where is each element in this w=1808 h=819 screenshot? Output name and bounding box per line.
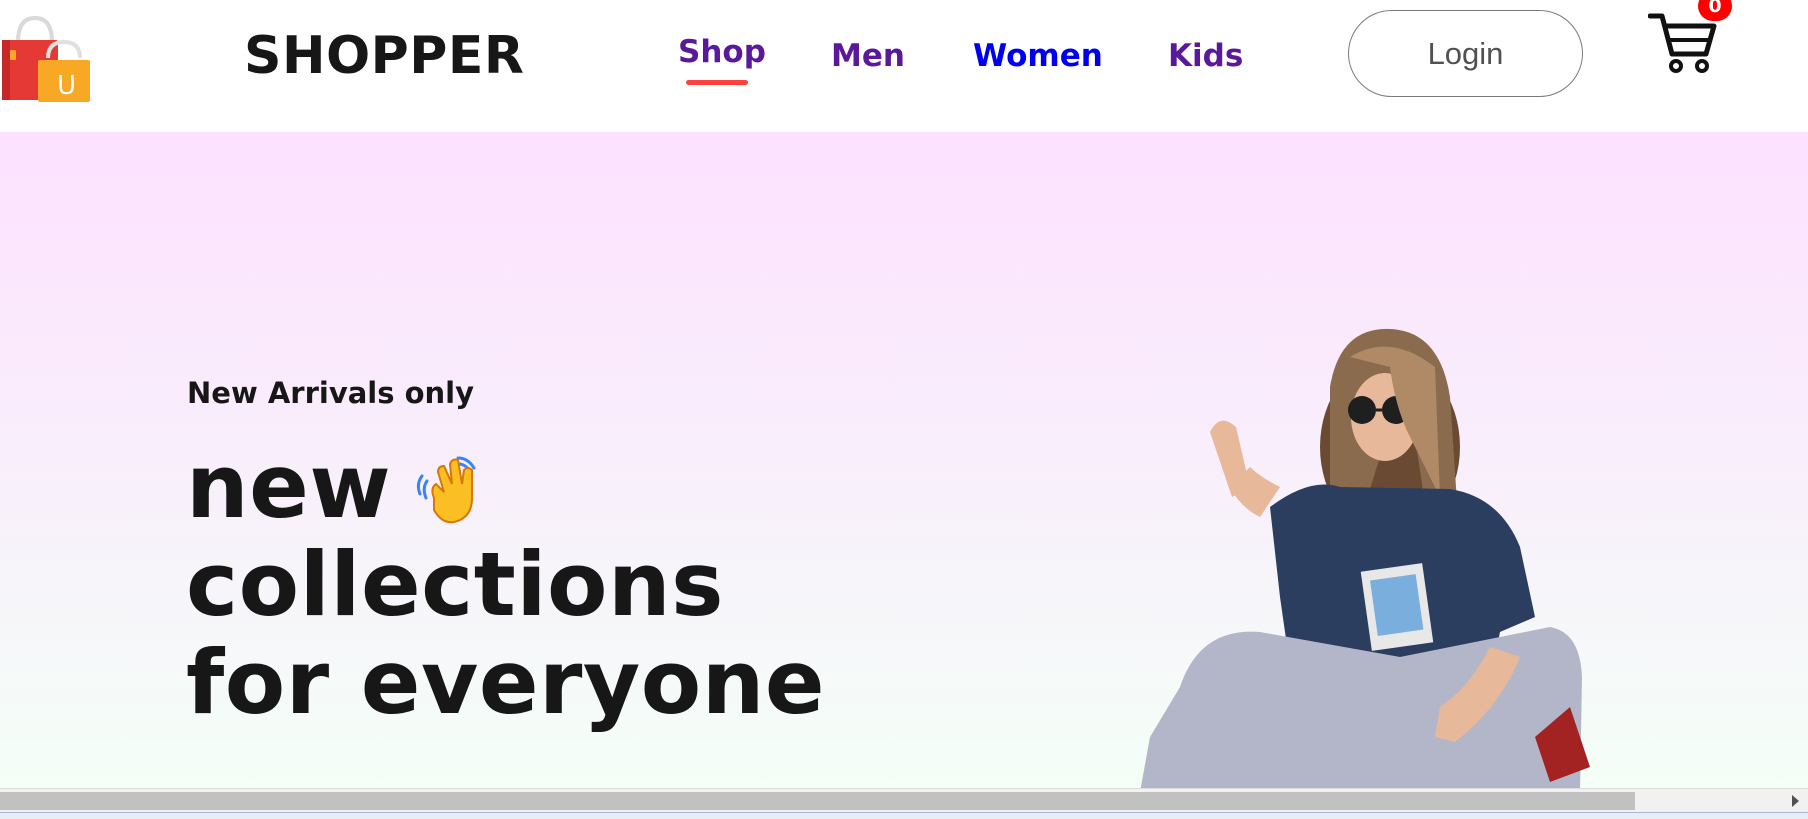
shopping-bag-icon[interactable]: U <box>0 14 92 104</box>
waving-hand-icon <box>416 456 476 524</box>
hero-title-line-3: for everyone <box>186 631 826 734</box>
scrollbar-thumb[interactable] <box>0 792 1635 810</box>
nav-shop[interactable]: Shop <box>678 34 766 70</box>
hero-subtitle: New Arrivals only <box>187 376 474 410</box>
cart-count-badge: 0 <box>1698 0 1732 21</box>
hero-title-line-2: collections <box>186 533 725 636</box>
hero-title-line-1: new <box>186 435 392 538</box>
logo-letter: U <box>57 71 76 101</box>
hero-section: New Arrivals only new collections for ev… <box>0 132 1808 788</box>
login-button[interactable]: Login <box>1348 10 1583 97</box>
nav-kids[interactable]: Kids <box>1168 38 1243 74</box>
navbar: U SHOPPER Shop Men Women Kids Login 0 <box>0 0 1808 132</box>
nav-men[interactable]: Men <box>831 38 905 74</box>
hero-model-image <box>1140 328 1590 788</box>
window-bottom-edge <box>0 812 1808 819</box>
nav-women[interactable]: Women <box>973 38 1103 74</box>
brand-name: SHOPPER <box>244 26 525 86</box>
nav-active-indicator <box>686 80 748 85</box>
hero-title: new collections for everyone <box>186 438 825 732</box>
horizontal-scrollbar[interactable] <box>0 788 1808 812</box>
scroll-right-arrow-icon[interactable] <box>1792 795 1799 807</box>
